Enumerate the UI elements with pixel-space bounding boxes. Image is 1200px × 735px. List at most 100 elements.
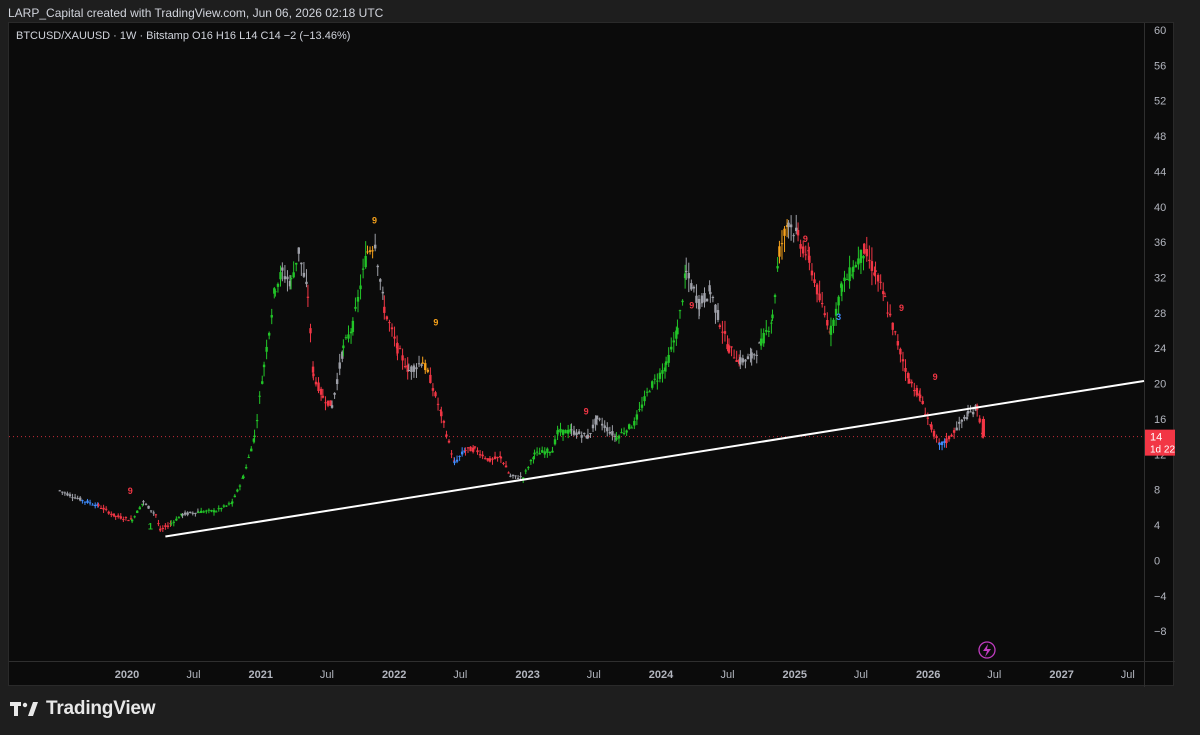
candle-body	[186, 512, 189, 515]
candle-body	[493, 456, 497, 459]
candle-body	[845, 279, 849, 281]
candle-body	[762, 333, 765, 344]
candle-body	[630, 427, 633, 429]
candle-body	[955, 427, 958, 431]
candle-body	[938, 442, 941, 445]
candle-body	[966, 410, 970, 414]
x-tick-label: 2027	[1049, 669, 1073, 681]
candle-body	[453, 461, 456, 464]
price-badge-countdown: 1d 22h	[1150, 445, 1175, 456]
candle-body	[808, 255, 811, 263]
candle-body	[667, 354, 670, 363]
price-chart[interactable]: 60565248444036322824201612840−4−82020Jul…	[9, 23, 1175, 687]
candle-body	[611, 431, 614, 436]
y-tick-label: 36	[1154, 237, 1166, 249]
candle-body	[159, 528, 162, 531]
candle-body	[220, 508, 223, 510]
candle-body	[279, 272, 282, 280]
x-tick-label: Jul	[1121, 669, 1135, 681]
candle-body	[859, 249, 863, 263]
candle-body	[499, 456, 503, 459]
candle-body	[945, 438, 948, 444]
candle-body	[891, 322, 894, 330]
candle-body	[516, 477, 520, 479]
candle-body	[750, 352, 753, 359]
candle-body	[690, 283, 693, 290]
candle-body	[122, 519, 125, 521]
symbol-legend[interactable]: BTCUSD/XAUUSD · 1W · Bitstamp O16 H16 L1…	[16, 30, 350, 42]
candle-body	[918, 394, 922, 399]
candle-body	[744, 359, 747, 362]
candle-body	[620, 432, 623, 434]
candle-body	[424, 363, 427, 371]
candle-body	[107, 511, 110, 514]
candle-body	[112, 513, 116, 516]
candle-body	[297, 247, 300, 254]
candle-body	[829, 325, 833, 335]
candle-body	[381, 291, 385, 294]
candle-body	[773, 295, 777, 298]
candle-body	[311, 366, 315, 373]
x-tick-label: 2022	[382, 669, 406, 681]
candle-body	[330, 405, 334, 408]
candle-body	[735, 360, 738, 362]
candle-body	[431, 388, 435, 391]
candle-body	[950, 434, 953, 437]
candle-body	[175, 518, 178, 521]
candle-body	[930, 424, 933, 430]
candle-body	[746, 356, 750, 360]
y-tick-label: 20	[1154, 379, 1166, 391]
td-marker: 9	[689, 300, 694, 310]
candle-body	[658, 372, 662, 379]
candle-body	[963, 416, 966, 419]
candle-body	[61, 491, 64, 493]
td-marker: 9	[899, 303, 904, 313]
candle-body	[553, 439, 557, 445]
candle-body	[511, 474, 515, 476]
candle-body	[603, 425, 606, 429]
candle-body	[709, 291, 712, 295]
candle-body	[810, 270, 814, 276]
candle-body	[527, 467, 530, 469]
candle-body	[58, 490, 61, 492]
candle-body	[289, 278, 293, 280]
candle-body	[104, 508, 108, 510]
candle-body	[390, 327, 394, 330]
candle-body	[727, 345, 731, 353]
y-tick-label: 44	[1154, 166, 1166, 178]
candle-body	[261, 381, 264, 384]
candle-body	[958, 421, 961, 424]
x-tick-label: 2023	[515, 669, 539, 681]
candle-body	[670, 346, 673, 350]
candle-body	[170, 523, 173, 525]
candle-body	[262, 364, 266, 368]
candle-body	[393, 336, 396, 339]
candle-body	[321, 395, 325, 398]
candle-body	[458, 455, 461, 457]
candle-body	[622, 432, 626, 434]
tradingview-brand[interactable]: TradingView	[10, 698, 156, 720]
candle-body	[801, 246, 805, 254]
candle-body	[907, 378, 911, 384]
candle-body	[450, 453, 453, 455]
candle-body	[910, 381, 913, 384]
candle-body	[543, 451, 546, 455]
candle-body	[124, 517, 128, 519]
candle-body	[678, 310, 682, 312]
candle-body	[149, 510, 153, 512]
candle-body	[421, 362, 424, 364]
candle-body	[935, 436, 938, 438]
candle-body	[258, 395, 261, 397]
candle-body	[863, 243, 866, 254]
candle-body	[978, 418, 981, 423]
candle-body	[635, 414, 639, 420]
candle-body	[403, 366, 407, 368]
candle-body	[86, 500, 89, 503]
candle-body	[460, 451, 464, 455]
candle-body	[238, 485, 242, 487]
candle-body	[548, 452, 552, 454]
candle-body	[379, 279, 382, 282]
candle-body	[426, 369, 430, 372]
chart-pane[interactable]: 60565248444036322824201612840−4−82020Jul…	[8, 22, 1175, 687]
candle-body	[960, 419, 964, 422]
